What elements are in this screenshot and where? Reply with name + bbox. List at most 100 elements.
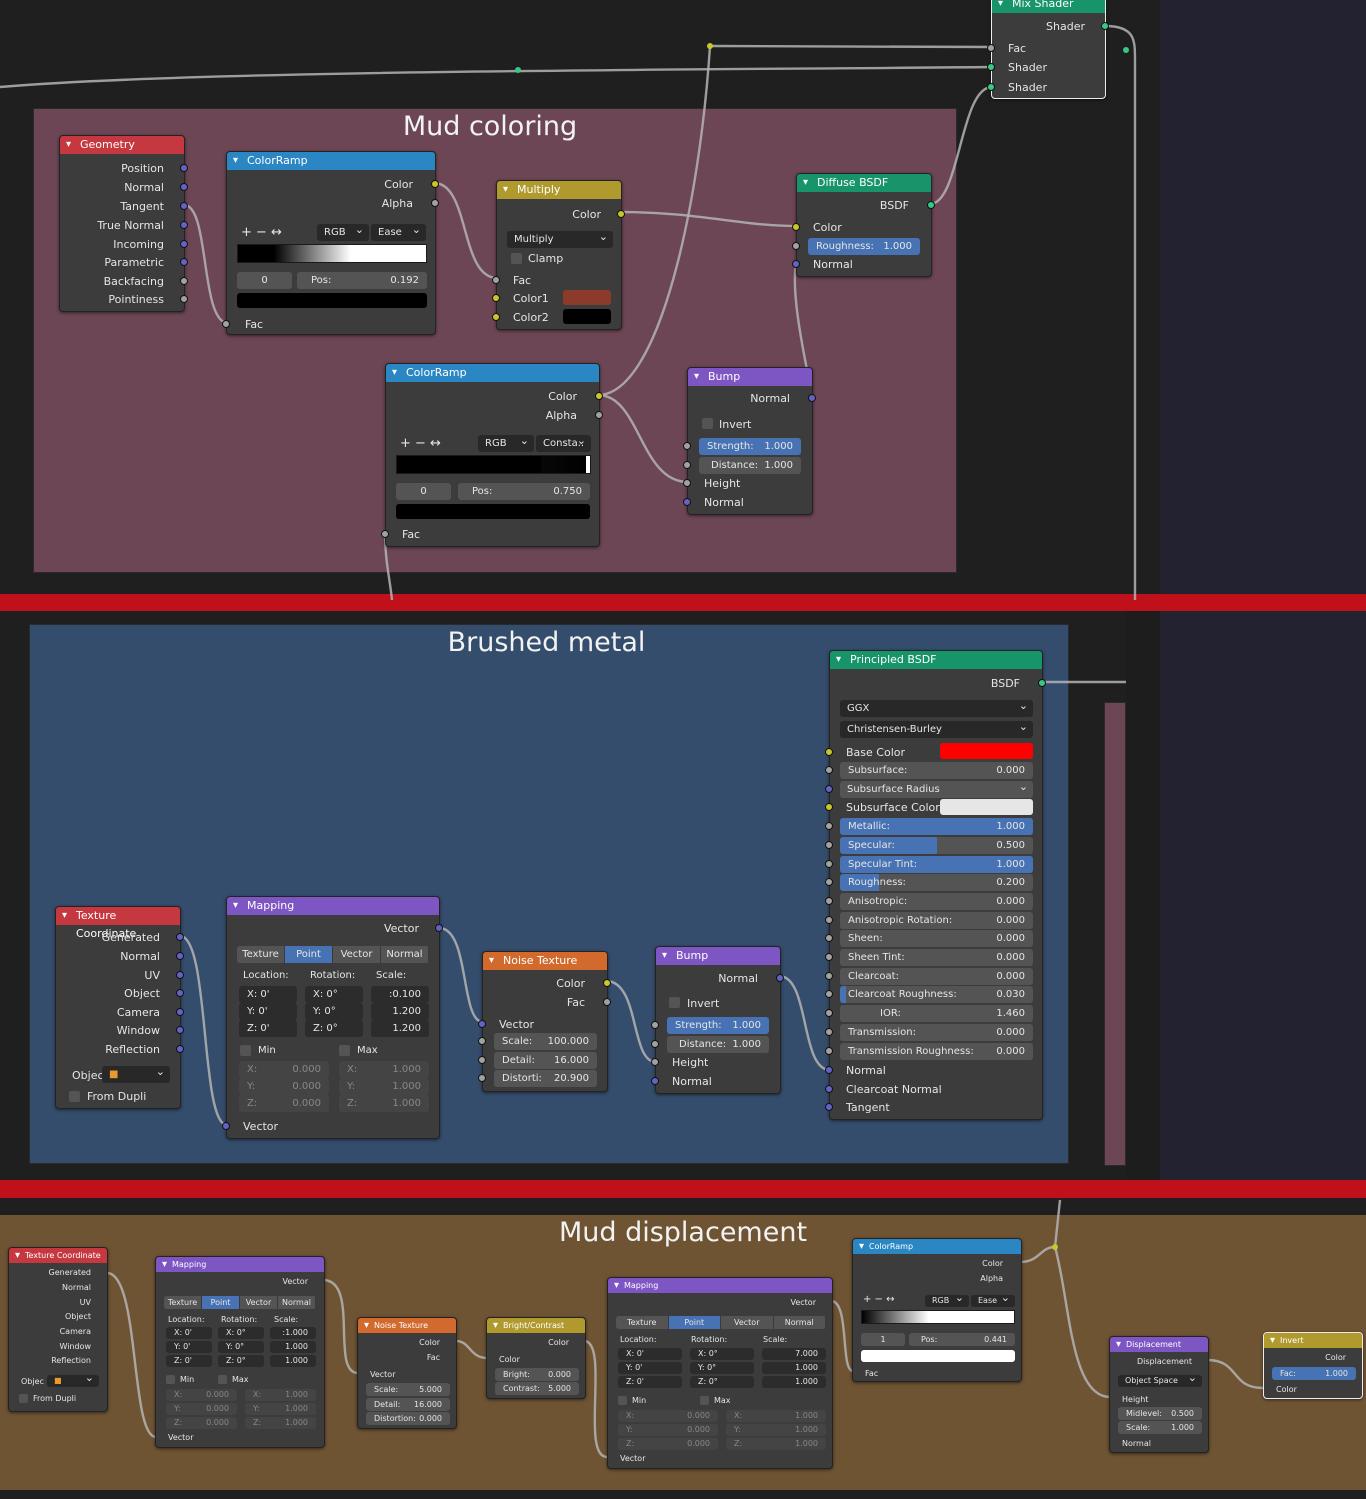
node-mapping[interactable]: Mapping Vector Texture Point Vector Norm… — [222, 896, 443, 1139]
location-y-field[interactable]: Y: 0' — [239, 1003, 297, 1020]
output-socket[interactable] — [435, 924, 443, 932]
input-socket[interactable] — [825, 953, 833, 961]
input-socket[interactable] — [987, 83, 995, 91]
checkbox[interactable] — [218, 1375, 227, 1384]
node-colorramp[interactable]: ColorRamp Color Alpha + − ↔ RGB Consta..… — [381, 363, 603, 547]
detail-field[interactable]: Detail: 16.000 — [494, 1052, 597, 1069]
output-socket[interactable] — [180, 183, 188, 191]
strength-field[interactable]: Strength: 1.000 — [667, 1017, 769, 1034]
mapping-value-field[interactable]: 1.000 — [762, 1362, 826, 1374]
param-field[interactable]: Subsurface: 0.000 — [840, 762, 1033, 779]
param-field[interactable]: Clearcoat Roughness: 0.030 — [840, 986, 1033, 1004]
interpolation-select[interactable]: Consta.. — [536, 435, 591, 452]
color1-swatch[interactable] — [563, 290, 611, 305]
distance-field[interactable]: Distance: 1.000 — [699, 457, 801, 474]
stop-position-field[interactable]: Pos: 0.192 — [297, 272, 427, 289]
input-socket[interactable] — [683, 461, 691, 469]
output-socket[interactable] — [595, 392, 603, 400]
mapping-value-field[interactable]: 1.000 — [270, 1341, 316, 1353]
distribution-select[interactable]: GGX — [840, 700, 1033, 717]
output-socket[interactable] — [776, 974, 784, 982]
node-multiply[interactable]: Multiply Color Multiply Clamp Fac Color1… — [492, 180, 625, 330]
input-socket[interactable] — [478, 1037, 486, 1045]
param-field[interactable]: Sheen Tint: 0.000 — [840, 949, 1033, 966]
node-diffuse-bsdf[interactable]: Diffuse BSDF BSDF Color Roughness:1.000 … — [792, 173, 935, 277]
color-mode-select[interactable]: RGB — [317, 224, 369, 241]
mapping-value-field[interactable]: :1.000 — [270, 1327, 316, 1339]
output-socket[interactable] — [1038, 679, 1046, 687]
invert-checkbox[interactable] — [702, 418, 713, 429]
node-header[interactable]: Bright/Contrast — [487, 1318, 585, 1333]
stop-position-field[interactable]: Pos: 0.750 — [458, 483, 590, 500]
output-socket[interactable] — [603, 998, 611, 1006]
node-invert[interactable]: Invert Color Fac: 1.000 Color — [1263, 1332, 1363, 1399]
output-socket[interactable] — [595, 411, 603, 419]
node-header[interactable]: ColorRamp — [386, 364, 599, 382]
mapping-value-field[interactable]: Z: 0' — [166, 1355, 212, 1367]
node-header[interactable]: ColorRamp — [227, 152, 435, 170]
midlevel-field[interactable]: Midlevel: 0.500 — [1118, 1407, 1202, 1420]
mapping-value-field[interactable]: 1.000 — [762, 1376, 826, 1388]
output-socket[interactable] — [617, 210, 625, 218]
input-socket[interactable] — [825, 822, 833, 831]
space-select[interactable]: Object Space — [1118, 1375, 1202, 1387]
node-header[interactable]: Bump — [656, 947, 780, 965]
mapping-value-field[interactable]: Y: 0° — [218, 1341, 264, 1353]
mapping-value-field[interactable]: 7.000 — [762, 1348, 826, 1360]
input-socket[interactable] — [825, 915, 833, 924]
input-socket[interactable] — [381, 530, 389, 538]
output-socket[interactable] — [176, 971, 184, 979]
mapping-value-field[interactable]: X: 0° — [218, 1327, 264, 1339]
output-socket[interactable] — [180, 258, 188, 266]
stop-color-swatch[interactable] — [237, 293, 427, 308]
input-socket[interactable] — [825, 803, 833, 812]
input-socket[interactable] — [825, 840, 833, 849]
node-bump[interactable]: Bump Normal Invert Strength: 1.000 Distan… — [651, 946, 784, 1094]
input-socket[interactable] — [651, 1021, 659, 1029]
input-socket[interactable] — [651, 1058, 659, 1066]
interpolation-select[interactable]: Ease — [371, 224, 426, 241]
mapping-value-field[interactable]: Y: 0' — [618, 1362, 682, 1374]
interpolation-select[interactable]: Ease — [971, 1295, 1015, 1307]
input-socket[interactable] — [683, 442, 691, 450]
checkbox[interactable] — [700, 1396, 709, 1405]
node-displacement[interactable]: Displacement Displacement Object Space H… — [1109, 1336, 1209, 1453]
param-field[interactable]: Anisotropic: 0.000 — [840, 892, 1033, 910]
tab-texture[interactable]: Texture — [164, 1296, 202, 1309]
object-picker[interactable]: ■ — [47, 1375, 99, 1387]
node-mapping[interactable]: Mapping Vector Texture Point Vector Norm… — [607, 1277, 833, 1469]
node-header[interactable]: Mapping — [156, 1257, 324, 1272]
tab-point[interactable]: Point — [668, 1316, 721, 1329]
param-field[interactable]: Roughness: 0.200 — [840, 874, 1033, 892]
input-socket[interactable] — [825, 896, 833, 905]
scale-field[interactable]: Scale: 100.000 — [494, 1033, 597, 1050]
bright-field[interactable]: Bright: 0.000 — [495, 1368, 579, 1381]
mapping-value-field[interactable]: X: 0° — [690, 1348, 754, 1360]
input-socket[interactable] — [825, 934, 833, 943]
output-socket[interactable] — [180, 202, 188, 210]
base-color-swatch[interactable] — [940, 743, 1033, 759]
mapping-value-field[interactable]: Z: 0' — [618, 1376, 682, 1388]
input-socket[interactable] — [825, 1085, 833, 1093]
color-ramp-gradient[interactable] — [396, 455, 591, 474]
input-socket[interactable] — [825, 1103, 833, 1111]
tab-normal[interactable]: Normal — [774, 1316, 826, 1329]
from-dupli-checkbox[interactable] — [19, 1394, 28, 1403]
output-socket[interactable] — [180, 164, 188, 172]
roughness-field[interactable]: Roughness: 1.000 — [808, 238, 920, 255]
node-header[interactable]: Displacement — [1110, 1337, 1208, 1352]
checkbox[interactable] — [618, 1396, 627, 1405]
node-texture-coordinate[interactable]: Texture Coordinate Generated Normal UV O… — [55, 906, 184, 1109]
input-socket[interactable] — [825, 878, 833, 887]
invert-checkbox[interactable] — [669, 997, 680, 1008]
rotation-x-field[interactable]: X: 0° — [305, 986, 363, 1003]
input-socket[interactable] — [792, 260, 800, 268]
distortion-field[interactable]: Distortion: 0.000 — [366, 1412, 450, 1425]
tab-texture[interactable]: Texture — [616, 1316, 669, 1329]
stop-color-swatch[interactable] — [861, 1350, 1015, 1362]
location-z-field[interactable]: Z: 0' — [239, 1020, 297, 1037]
param-field[interactable]: Metallic: 1.000 — [840, 818, 1033, 836]
input-socket[interactable] — [825, 1009, 833, 1018]
param-field[interactable]: Clearcoat: 0.000 — [840, 967, 1033, 985]
node-header[interactable]: Geometry — [60, 136, 184, 154]
